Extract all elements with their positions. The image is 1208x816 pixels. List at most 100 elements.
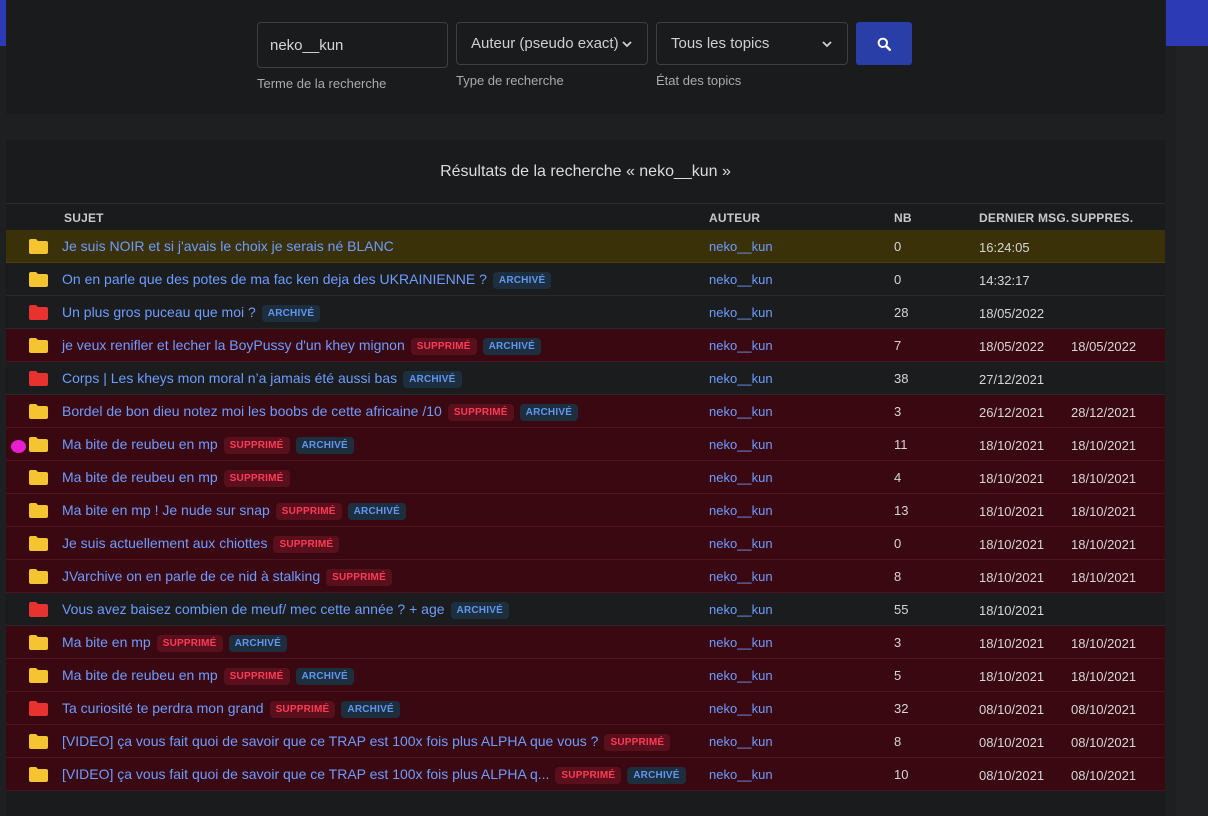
author-link[interactable]: neko__kun xyxy=(709,635,773,650)
topic-link[interactable]: Ta curiosité te perdra mon grand SUPPRIMÉ… xyxy=(62,700,400,718)
table-row[interactable]: Je suis NOIR et si j'avais le choix je s… xyxy=(6,230,1165,263)
author-link[interactable]: neko__kun xyxy=(709,371,773,386)
results-panel: Résultats de la recherche « neko__kun » … xyxy=(6,140,1165,816)
author-link[interactable]: neko__kun xyxy=(709,734,773,749)
table-row[interactable]: On en parle que des potes de ma fac ken … xyxy=(6,263,1165,296)
deletion-date: 08/10/2021 xyxy=(1071,768,1137,783)
search-type-select[interactable]: Auteur (pseudo exact) xyxy=(456,22,648,65)
author-link[interactable]: neko__kun xyxy=(709,602,773,617)
topic-title[interactable]: Ma bite de reubeu en mp xyxy=(62,436,218,452)
topic-link[interactable]: Je suis actuellement aux chiottes SUPPRIM… xyxy=(62,535,340,553)
topic-state-select[interactable]: Tous les topics xyxy=(656,22,848,65)
column-author: AUTEUR xyxy=(709,211,761,225)
table-row[interactable]: JVarchive on en parle de ce nid à stalki… xyxy=(6,560,1165,593)
author-link[interactable]: neko__kun xyxy=(709,338,773,353)
folder-icon xyxy=(29,569,48,584)
topic-link[interactable]: Bordel de bon dieu notez moi les boobs d… xyxy=(62,403,579,421)
message-count: 28 xyxy=(894,305,909,320)
topic-title[interactable]: Ma bite de reubeu en mp xyxy=(62,469,218,485)
folder-icon xyxy=(29,272,48,287)
table-row[interactable]: Ta curiosité te perdra mon grand SUPPRIMÉ… xyxy=(6,692,1165,725)
topic-title[interactable]: [VIDEO] ça vous fait quoi de savoir que … xyxy=(62,733,598,749)
author-link[interactable]: neko__kun xyxy=(709,404,773,419)
author-link[interactable]: neko__kun xyxy=(709,470,773,485)
topic-title[interactable]: On en parle que des potes de ma fac ken … xyxy=(62,271,487,287)
message-count: 7 xyxy=(894,338,902,353)
deleted-badge: SUPPRIMÉ xyxy=(156,635,223,652)
author-link[interactable]: neko__kun xyxy=(709,503,773,518)
author-link[interactable]: neko__kun xyxy=(709,701,773,716)
topic-link[interactable]: Ma bite en mp SUPPRIMÉ ARCHIVÉ xyxy=(62,634,287,652)
archived-badge: ARCHIVÉ xyxy=(228,635,287,652)
topic-link[interactable]: je veux renifler et lecher la BoyPussy d… xyxy=(62,337,541,355)
topic-title[interactable]: JVarchive on en parle de ce nid à stalki… xyxy=(62,568,320,584)
topic-link[interactable]: Ma bite en mp ! Je nude sur snap SUPPRIMÉ… xyxy=(62,502,407,520)
table-row[interactable]: Un plus gros puceau que moi ? ARCHIVÉ neko… xyxy=(6,296,1165,329)
author-link[interactable]: neko__kun xyxy=(709,536,773,551)
table-row[interactable]: Ma bite de reubeu en mp SUPPRIMÉ ARCHIVÉ ne… xyxy=(6,428,1165,461)
topic-link[interactable]: [VIDEO] ça vous fait quoi de savoir que … xyxy=(62,733,671,751)
table-row[interactable]: Corps | Les kheys mon moral n’a jamais é… xyxy=(6,362,1165,395)
topic-link[interactable]: Vous avez baisez combien de meuf/ mec ce… xyxy=(62,601,509,619)
table-row[interactable]: [VIDEO] ça vous fait quoi de savoir que … xyxy=(6,725,1165,758)
topic-title[interactable]: [VIDEO] ça vous fait quoi de savoir que … xyxy=(62,766,549,782)
search-button[interactable] xyxy=(856,22,912,65)
deleted-badge: SUPPRIMÉ xyxy=(410,338,477,355)
table-row[interactable]: Ma bite en mp ! Je nude sur snap SUPPRIMÉ… xyxy=(6,494,1165,527)
author-link[interactable]: neko__kun xyxy=(709,569,773,584)
folder-icon xyxy=(29,437,48,452)
folder-icon xyxy=(29,668,48,683)
archived-badge: ARCHIVÉ xyxy=(403,371,462,388)
topic-link[interactable]: Ma bite de reubeu en mp SUPPRIMÉ ARCHIVÉ xyxy=(62,436,354,454)
topic-title[interactable]: Ta curiosité te perdra mon grand xyxy=(62,700,264,716)
search-icon xyxy=(877,37,891,51)
deletion-date: 28/12/2021 xyxy=(1071,405,1137,420)
table-row[interactable]: Bordel de bon dieu notez moi les boobs d… xyxy=(6,395,1165,428)
message-count: 8 xyxy=(894,734,902,749)
search-term-hint: Terme de la recherche xyxy=(257,76,387,91)
topic-title[interactable]: Ma bite en mp ! Je nude sur snap xyxy=(62,502,270,518)
topic-title[interactable]: Je suis NOIR et si j'avais le choix je s… xyxy=(62,238,394,254)
author-link[interactable]: neko__kun xyxy=(709,437,773,452)
author-link[interactable]: neko__kun xyxy=(709,305,773,320)
folder-icon xyxy=(29,536,48,551)
search-term-input[interactable] xyxy=(257,22,448,68)
deletion-date: 18/10/2021 xyxy=(1071,471,1137,486)
topic-link[interactable]: Un plus gros puceau que moi ? ARCHIVÉ xyxy=(62,304,321,322)
topic-title[interactable]: Un plus gros puceau que moi ? xyxy=(62,304,256,320)
topic-title[interactable]: je veux renifler et lecher la BoyPussy d… xyxy=(62,337,405,353)
archived-badge: ARCHIVÉ xyxy=(347,503,407,520)
topic-link[interactable]: JVarchive on en parle de ce nid à stalki… xyxy=(62,568,392,586)
message-count: 32 xyxy=(894,701,909,716)
table-row[interactable]: [VIDEO] ça vous fait quoi de savoir que … xyxy=(6,758,1165,791)
topic-link[interactable]: [VIDEO] ça vous fait quoi de savoir que … xyxy=(62,766,686,784)
deleted-badge: SUPPRIMÉ xyxy=(275,503,342,520)
author-link[interactable]: neko__kun xyxy=(709,668,773,683)
last-message-date: 27/12/2021 xyxy=(979,372,1045,387)
message-count: 0 xyxy=(894,239,902,254)
topic-link[interactable]: Je suis NOIR et si j'avais le choix je s… xyxy=(62,238,394,254)
topic-title[interactable]: Ma bite en mp xyxy=(62,634,151,650)
table-row[interactable]: Ma bite de reubeu en mp SUPPRIMÉ ARCHIVÉ ne… xyxy=(6,659,1165,692)
folder-icon xyxy=(29,305,48,320)
topic-title[interactable]: Corps | Les kheys mon moral n’a jamais é… xyxy=(62,370,397,386)
topic-link[interactable]: Ma bite de reubeu en mp SUPPRIMÉ ARCHIVÉ xyxy=(62,667,354,685)
topic-title[interactable]: Vous avez baisez combien de meuf/ mec ce… xyxy=(62,601,445,617)
table-row[interactable]: Ma bite en mp SUPPRIMÉ ARCHIVÉ neko__kun 3 18… xyxy=(6,626,1165,659)
table-row[interactable]: je veux renifler et lecher la BoyPussy d… xyxy=(6,329,1165,362)
table-row[interactable]: Je suis actuellement aux chiottes SUPPRIM… xyxy=(6,527,1165,560)
author-link[interactable]: neko__kun xyxy=(709,239,773,254)
topic-link[interactable]: Corps | Les kheys mon moral n’a jamais é… xyxy=(62,370,462,388)
table-row[interactable]: Vous avez baisez combien de meuf/ mec ce… xyxy=(6,593,1165,626)
author-link[interactable]: neko__kun xyxy=(709,767,773,782)
topic-title[interactable]: Bordel de bon dieu notez moi les boobs d… xyxy=(62,403,442,419)
author-link[interactable]: neko__kun xyxy=(709,272,773,287)
topic-title[interactable]: Je suis actuellement aux chiottes xyxy=(62,535,267,551)
topic-title[interactable]: Ma bite de reubeu en mp xyxy=(62,667,218,683)
topic-link[interactable]: Ma bite de reubeu en mp SUPPRIMÉ xyxy=(62,469,290,487)
topic-link[interactable]: On en parle que des potes de ma fac ken … xyxy=(62,271,552,289)
topic-state-field: Tous les topics État des topics xyxy=(656,22,848,88)
message-count: 13 xyxy=(894,503,909,518)
table-row[interactable]: Ma bite de reubeu en mp SUPPRIMÉ neko__kun… xyxy=(6,461,1165,494)
column-nb: NB xyxy=(894,211,912,225)
